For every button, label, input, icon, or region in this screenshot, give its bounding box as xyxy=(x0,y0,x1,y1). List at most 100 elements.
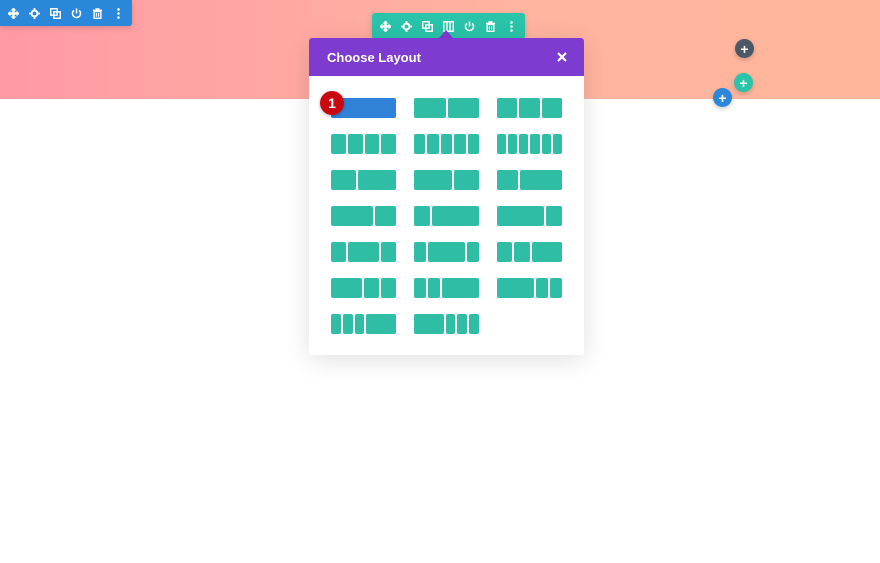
layout-column xyxy=(364,134,380,154)
layout-option[interactable] xyxy=(414,134,479,154)
add-row-button[interactable]: + xyxy=(734,73,753,92)
layout-column xyxy=(331,242,347,262)
layout-option[interactable] xyxy=(497,170,562,190)
layout-column xyxy=(414,206,430,226)
add-section-below-button[interactable]: + xyxy=(713,88,732,107)
layout-column xyxy=(428,242,465,262)
layout-column xyxy=(519,98,540,118)
layout-column xyxy=(541,98,562,118)
layout-column xyxy=(342,314,353,334)
layout-option[interactable] xyxy=(331,170,396,190)
layout-option[interactable] xyxy=(414,206,479,226)
layout-option[interactable] xyxy=(331,278,396,298)
layout-column xyxy=(520,170,562,190)
layout-option[interactable] xyxy=(414,242,479,262)
layout-option[interactable] xyxy=(331,314,396,334)
layout-column xyxy=(535,278,548,298)
layout-column xyxy=(469,314,479,334)
layout-column xyxy=(380,278,396,298)
layout-column xyxy=(427,134,439,154)
layout-column xyxy=(331,314,341,334)
layout-grid xyxy=(331,98,562,334)
layout-option[interactable] xyxy=(331,134,396,154)
layout-column xyxy=(457,314,468,334)
layout-option[interactable] xyxy=(414,314,479,334)
layout-column xyxy=(467,134,479,154)
layout-column xyxy=(530,134,540,154)
layout-column xyxy=(375,206,396,226)
layout-column xyxy=(347,134,363,154)
trash-icon[interactable] xyxy=(88,0,107,26)
layout-column xyxy=(497,98,518,118)
layout-column xyxy=(442,278,479,298)
layout-column xyxy=(514,242,530,262)
more-icon[interactable] xyxy=(502,13,521,39)
layout-column xyxy=(348,242,379,262)
add-section-button[interactable]: + xyxy=(735,39,754,58)
layout-option[interactable] xyxy=(414,98,479,118)
modal-title: Choose Layout xyxy=(327,49,421,65)
layout-option[interactable] xyxy=(497,278,562,298)
layout-column xyxy=(331,170,357,190)
layout-column xyxy=(497,170,518,190)
layout-column xyxy=(497,278,534,298)
layout-column xyxy=(454,134,466,154)
layout-column xyxy=(447,98,479,118)
layout-column xyxy=(414,314,444,334)
duplicate-icon[interactable] xyxy=(46,0,65,26)
layout-column xyxy=(414,242,427,262)
layout-column xyxy=(380,242,396,262)
layout-column xyxy=(414,98,446,118)
row-toolbar-caret xyxy=(439,30,453,38)
layout-option[interactable] xyxy=(414,278,479,298)
layout-column xyxy=(453,170,479,190)
layout-option[interactable] xyxy=(414,170,479,190)
choose-layout-modal: Choose Layout xyxy=(309,38,584,355)
power-icon[interactable] xyxy=(67,0,86,26)
layout-column xyxy=(541,134,551,154)
layout-column xyxy=(497,206,545,226)
layout-column xyxy=(497,242,513,262)
layout-column xyxy=(331,278,362,298)
settings-icon[interactable] xyxy=(397,13,416,39)
duplicate-icon[interactable] xyxy=(418,13,437,39)
section-toolbar xyxy=(0,0,132,26)
layout-column xyxy=(366,314,396,334)
layout-option[interactable] xyxy=(331,242,396,262)
layout-column xyxy=(549,278,562,298)
layout-column xyxy=(497,134,507,154)
layout-column xyxy=(414,134,426,154)
layout-column xyxy=(440,134,453,154)
settings-icon[interactable] xyxy=(25,0,44,26)
layout-column xyxy=(508,134,518,154)
step-number-badge: 1 xyxy=(320,91,344,115)
layout-column xyxy=(519,134,529,154)
layout-column xyxy=(445,314,456,334)
modal-header: Choose Layout xyxy=(309,38,584,76)
layout-option[interactable] xyxy=(497,242,562,262)
layout-column xyxy=(431,206,479,226)
close-icon[interactable] xyxy=(554,49,570,65)
layout-column xyxy=(552,134,562,154)
layout-column xyxy=(381,134,396,154)
layout-column xyxy=(331,206,373,226)
layout-column xyxy=(531,242,562,262)
layout-column xyxy=(546,206,562,226)
layout-option[interactable] xyxy=(331,206,396,226)
layout-column xyxy=(414,170,452,190)
layout-option[interactable] xyxy=(497,98,562,118)
layout-column xyxy=(358,170,396,190)
layout-column xyxy=(354,314,365,334)
layout-column xyxy=(331,134,346,154)
move-icon[interactable] xyxy=(4,0,23,26)
layout-column xyxy=(414,278,427,298)
more-icon[interactable] xyxy=(109,0,128,26)
power-icon[interactable] xyxy=(460,13,479,39)
layout-column xyxy=(466,242,479,262)
move-icon[interactable] xyxy=(376,13,395,39)
layout-option[interactable] xyxy=(497,206,562,226)
trash-icon[interactable] xyxy=(481,13,500,39)
layout-column xyxy=(363,278,379,298)
layout-column xyxy=(428,278,441,298)
layout-option[interactable] xyxy=(497,134,562,154)
